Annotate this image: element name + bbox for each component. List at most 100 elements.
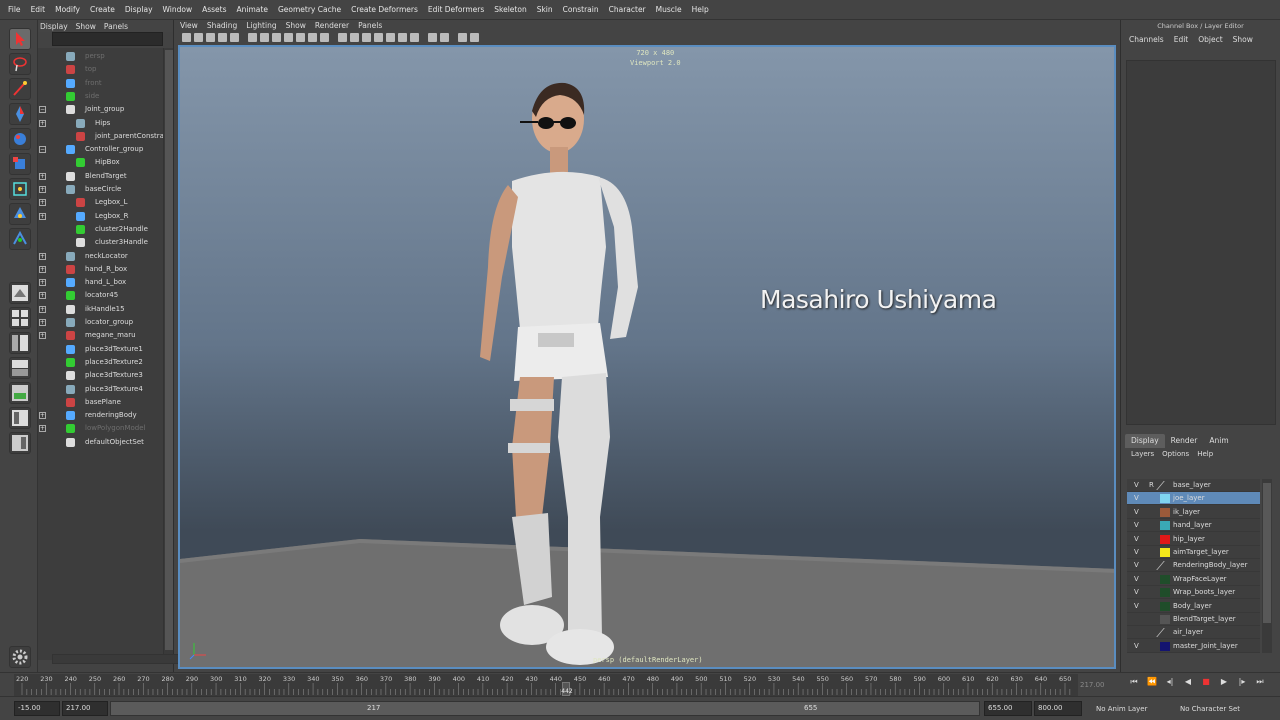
layer-color-swatch[interactable] [1156,561,1170,571]
layer-row[interactable]: Vjoe_layer [1127,492,1260,506]
outliner-item[interactable]: − Controller_group [38,143,164,156]
xray-joints-icon[interactable] [458,33,467,42]
safe-action-icon[interactable] [308,33,317,42]
hypershade-layout-icon[interactable] [9,382,31,404]
menu-help[interactable]: Help [692,5,709,14]
outliner-menu-panels[interactable]: Panels [104,22,128,31]
outliner-item[interactable]: + baseCircle [38,183,164,196]
soft-mod-icon[interactable] [9,203,31,225]
safe-title-icon[interactable] [320,33,329,42]
layer-tab-render[interactable]: Render [1165,434,1204,448]
layer-visibility-toggle[interactable]: V [1134,559,1142,572]
camera-attributes-icon[interactable] [182,33,191,42]
layer-visibility-toggle[interactable]: V [1134,519,1142,532]
expand-icon[interactable]: + [39,319,46,326]
layer-row[interactable]: V Wrap_boots_layer [1127,586,1260,600]
range-slider-bar[interactable]: 217 655 [110,701,980,716]
outliner-item[interactable]: + megane_maru [38,329,164,342]
layer-visibility-toggle[interactable]: V [1134,506,1142,519]
expand-icon[interactable]: + [39,332,46,340]
anim-layer-label[interactable]: No Anim Layer [1096,705,1147,713]
layer-row[interactable]: VaimTarget_layer [1127,546,1260,559]
animation-start-field[interactable]: -15.00 [14,701,60,716]
viewport-menu-lighting[interactable]: Lighting [246,21,276,30]
expand-icon[interactable]: + [39,212,46,220]
layer-reference-toggle[interactable]: R [1149,479,1157,492]
layout-icon[interactable] [9,407,31,429]
layer-visibility-toggle[interactable]: V [1134,586,1142,599]
layer-row[interactable]: Vhip_layer [1127,533,1260,546]
lights-icon[interactable] [386,33,395,42]
outliner-item[interactable]: joint_parentConstraint [38,130,173,143]
outliner-item[interactable]: HipBox [38,156,164,169]
outliner-item[interactable]: + ikHandle15 [38,303,164,316]
xray-icon[interactable] [440,33,449,42]
layer-visibility-toggle[interactable]: V [1134,533,1142,546]
textured-icon[interactable] [374,33,383,42]
expand-icon[interactable]: + [39,199,46,207]
layer-row[interactable]: air_layer [1127,626,1260,640]
outliner-item[interactable]: + renderingBody [38,409,164,422]
menu-constrain[interactable]: Constrain [563,5,599,14]
outliner-item[interactable]: + hand_R_box [38,263,164,276]
universal-manipulator-icon[interactable] [9,178,31,200]
layer-menu-options[interactable]: Options [1162,450,1189,458]
layer-visibility-toggle[interactable]: V [1134,640,1142,653]
layer-tab-anim[interactable]: Anim [1203,434,1234,448]
persp-graph-icon[interactable] [9,357,31,379]
menu-modify[interactable]: Modify [55,5,80,14]
layer-color-swatch[interactable] [1160,588,1170,598]
time-slider[interactable]: 220 230 240 250 260 270 280 290 300 310 320 330 340 3… [0,672,1280,696]
outliner-item[interactable]: persp [38,50,164,63]
expand-icon[interactable]: + [39,186,46,193]
collapse-icon[interactable]: − [39,106,46,114]
film-gate-icon[interactable] [260,33,269,42]
step-forward-frame-icon[interactable]: |▸ [1234,677,1250,691]
menu-edit-deformers[interactable]: Edit Deformers [428,5,484,14]
four-view-icon[interactable] [9,307,31,329]
3d-viewport[interactable]: 720 x 480 Viewport 2.0 Masahiro Ushiyama… [178,45,1116,669]
isolate-select-icon[interactable] [428,33,437,42]
animation-end-field[interactable]: 800.00 [1034,701,1082,716]
stop-icon[interactable]: ■ [1198,677,1214,691]
outliner-item[interactable]: basePlane [38,396,164,409]
layer-visibility-toggle[interactable]: V [1134,573,1142,586]
wireframe-on-shaded-icon[interactable] [362,33,371,42]
outliner-menu-display[interactable]: Display [40,22,68,31]
outliner-item[interactable]: side [38,90,164,103]
expand-icon[interactable]: + [39,265,46,273]
outliner-item[interactable]: + locator45 [38,289,164,302]
outliner-item[interactable]: + lowPolygonModel [38,422,164,435]
menu-assets[interactable]: Assets [202,5,226,14]
expand-icon[interactable]: + [39,172,46,180]
menu-create[interactable]: Create [90,5,115,14]
outliner-item[interactable]: top [38,63,164,76]
play-backward-icon[interactable]: ◀ [1180,677,1196,691]
outliner-item[interactable]: + Legbox_R [38,210,164,223]
outliner-layout-icon[interactable] [9,432,31,454]
smooth-shade-icon[interactable] [350,33,359,42]
outliner-item[interactable]: cluster2Handle [38,223,164,236]
expand-icon[interactable]: + [39,425,46,433]
expand-icon[interactable]: + [39,305,46,313]
layer-scrollbar[interactable] [1262,479,1272,653]
2d-pan-icon[interactable] [218,33,227,42]
layer-row[interactable]: V WrapFaceLayer [1127,573,1260,586]
gate-mask-icon[interactable] [284,33,293,42]
outliner-item[interactable]: defaultObjectSet [38,436,164,449]
go-to-start-icon[interactable]: ⏮ [1126,677,1142,691]
layer-visibility-toggle[interactable]: V [1134,600,1142,613]
channel-box-area[interactable] [1126,60,1276,425]
layer-color-swatch[interactable] [1160,494,1170,504]
menu-muscle[interactable]: Muscle [656,5,682,14]
paint-select-icon[interactable] [9,78,31,100]
layer-row[interactable]: V Body_layer [1127,600,1260,613]
layer-color-swatch[interactable] [1160,615,1170,624]
menu-display[interactable]: Display [125,5,153,14]
layer-row[interactable]: BlendTarget_layer [1127,613,1260,626]
playback-start-field[interactable]: 217.00 [62,701,108,716]
menu-create-deformers[interactable]: Create Deformers [351,5,418,14]
channel-tab-object[interactable]: Object [1198,35,1222,44]
current-frame-marker[interactable]: 442 [561,682,573,696]
lasso-tool-icon[interactable] [9,53,31,75]
